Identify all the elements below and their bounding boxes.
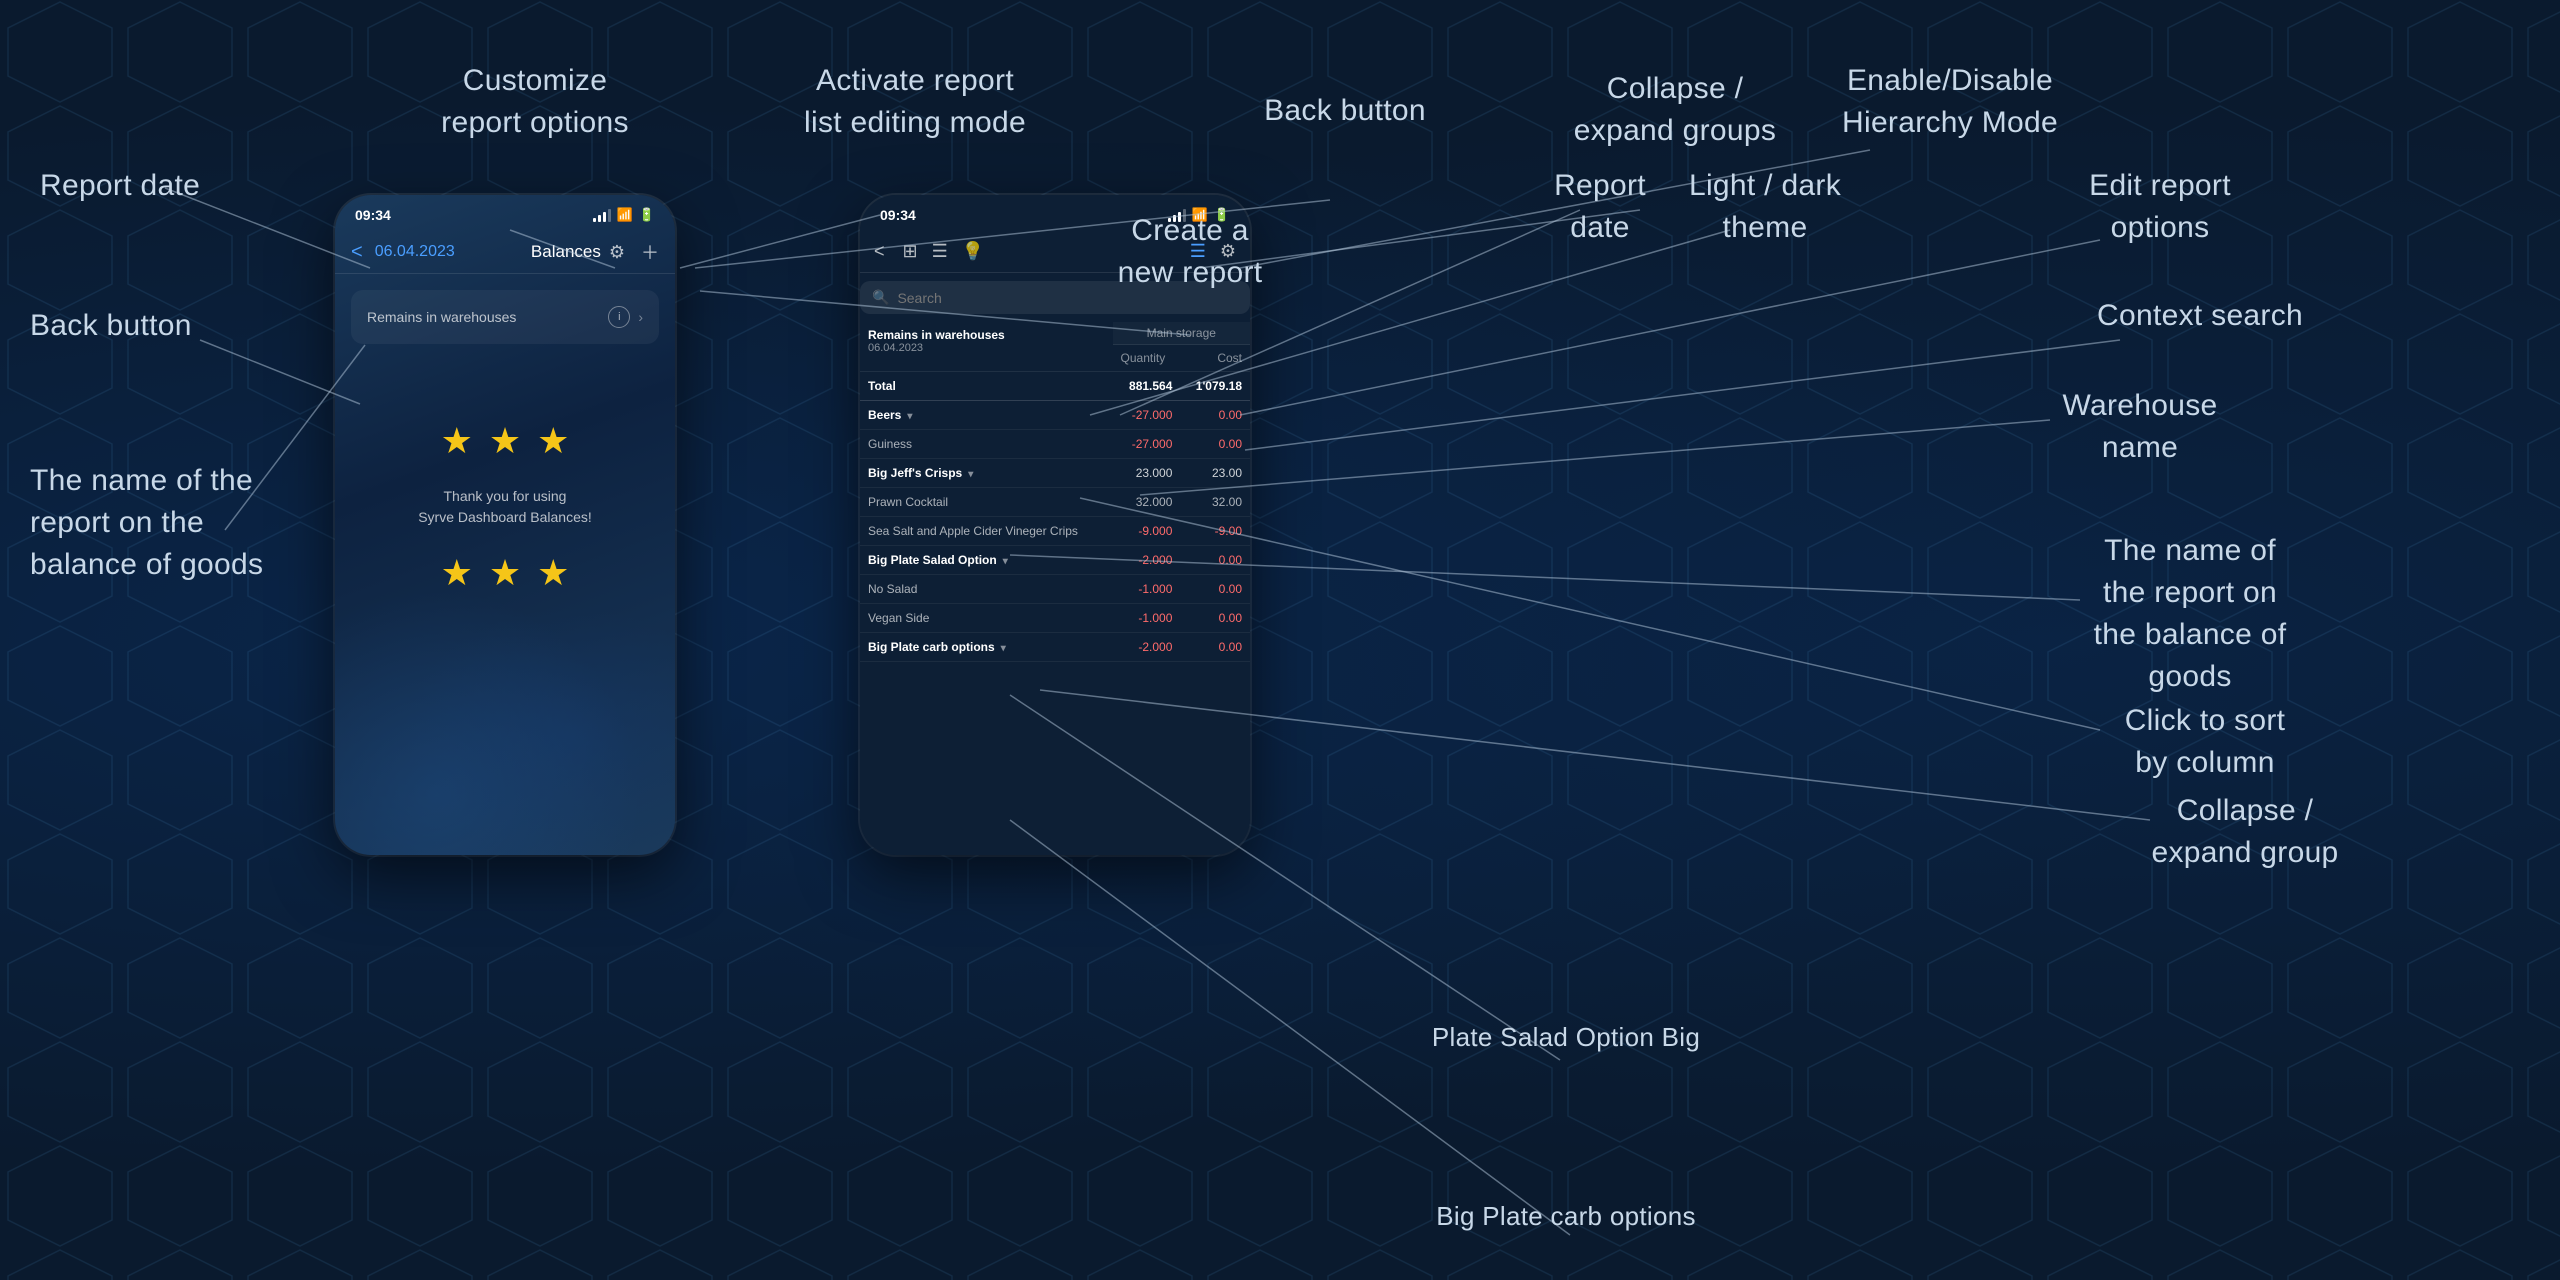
row-cost: 1'079.18	[1180, 372, 1250, 401]
left-status-time: 09:34	[355, 207, 391, 223]
row-cost: 0.00	[1180, 633, 1250, 662]
stars-row-1: ★ ★ ★	[441, 420, 570, 462]
ann-collapse-group: Collapse /expand group	[2100, 790, 2390, 874]
row-name: Beers▾	[860, 401, 1113, 430]
right-status-time: 09:34	[880, 207, 916, 223]
gear-icon-left[interactable]: ⚙	[609, 242, 625, 263]
row-quantity: -1.000	[1113, 575, 1181, 604]
col-cost[interactable]: Cost	[1180, 345, 1250, 372]
row-cost: 0.00	[1180, 430, 1250, 459]
group-chevron-icon[interactable]: ▾	[1001, 643, 1006, 654]
report-date: 06.04.2023	[868, 342, 1105, 354]
row-name: No Salad	[860, 575, 1113, 604]
row-quantity: 881.564	[1113, 372, 1181, 401]
star-1[interactable]: ★	[441, 420, 473, 462]
ann-edit-report: Edit reportoptions	[2020, 165, 2300, 249]
ann-warehouse-name: Warehousename	[2000, 385, 2280, 469]
battery-icon-left: 🔋	[639, 207, 655, 223]
ann-name-left: The name of thereport on thebalance of g…	[30, 460, 320, 586]
row-quantity: 32.000	[1113, 488, 1181, 517]
ann-plate-salad: Plate Salad Option Big	[1421, 1019, 1711, 1055]
row-name: Total	[860, 372, 1113, 401]
ann-name-right: The name ofthe report onthe balance ofgo…	[2030, 530, 2350, 698]
nav-title-left: Balances	[531, 242, 601, 262]
plus-icon-left[interactable]: ＋	[641, 239, 659, 265]
ann-create-new: Create anew report	[1050, 210, 1330, 294]
ann-activate-edit: Activate reportlist editing mode	[720, 60, 1110, 144]
thank-you-text: Thank you for using Syrve Dashboard Bala…	[418, 486, 592, 528]
row-name: Prawn Cocktail	[860, 488, 1113, 517]
ann-context-search: Context search	[2060, 295, 2340, 337]
back-button-left[interactable]: <	[351, 241, 363, 264]
row-quantity: -9.000	[1113, 517, 1181, 546]
light-dark-icon[interactable]: 💡	[962, 241, 984, 262]
info-icon[interactable]: i	[608, 306, 630, 328]
row-cost: 23.00	[1180, 459, 1250, 488]
nav-date-left: 06.04.2023	[375, 243, 523, 261]
signal-bars-left	[593, 208, 611, 222]
ann-enable-disable: Enable/DisableHierarchy Mode	[1780, 60, 2120, 144]
row-name: Big Jeff's Crisps▾	[860, 459, 1113, 488]
row-name: Big Plate carb options▾	[860, 633, 1113, 662]
row-quantity: -27.000	[1113, 401, 1181, 430]
row-quantity: -2.000	[1113, 633, 1181, 662]
row-quantity: -1.000	[1113, 604, 1181, 633]
ann-carb-options: Big Plate carb options	[1421, 1198, 1711, 1234]
ann-back-top: Back button	[1200, 90, 1490, 132]
report-card-icons: i ›	[608, 306, 643, 328]
star-3[interactable]: ★	[537, 420, 569, 462]
report-card-title: Remains in warehouses	[367, 309, 516, 325]
grid-view-icon[interactable]: ⊞	[903, 241, 918, 262]
row-name: Vegan Side	[860, 604, 1113, 633]
data-table-container: Remains in warehouses 06.04.2023 Main st…	[860, 322, 1250, 855]
report-title: Remains in warehouses	[868, 328, 1105, 342]
row-name: Sea Salt and Apple Cider Vineger Crips	[860, 517, 1113, 546]
row-cost: 0.00	[1180, 575, 1250, 604]
row-quantity: -2.000	[1113, 546, 1181, 575]
row-name: Guiness	[860, 430, 1113, 459]
ann-click-sort: Click to sortby column	[2060, 700, 2350, 784]
report-card-left[interactable]: Remains in warehouses i ›	[351, 290, 659, 344]
row-cost: 0.00	[1180, 546, 1250, 575]
row-cost: 0.00	[1180, 604, 1250, 633]
data-table: Remains in warehouses 06.04.2023 Main st…	[860, 322, 1250, 662]
row-cost: 32.00	[1180, 488, 1250, 517]
phone-hex-overlay	[335, 555, 675, 855]
row-name: Big Plate Salad Option▾	[860, 546, 1113, 575]
left-nav-bar: < 06.04.2023 Balances ⚙ ＋	[335, 231, 675, 274]
row-cost: 0.00	[1180, 401, 1250, 430]
chevron-right-icon: ›	[638, 309, 643, 325]
group-chevron-icon[interactable]: ▾	[1003, 556, 1008, 567]
search-icon: 🔍	[872, 289, 889, 306]
back-button-right[interactable]: <	[874, 241, 885, 262]
left-phone: 09:34 📶 🔋 < 06.04.2023 Balances ⚙ ＋	[335, 195, 675, 855]
wifi-icon-left: 📶	[617, 207, 633, 223]
ann-customize-report: Customizereport options	[355, 60, 715, 144]
group-chevron-icon[interactable]: ▾	[907, 411, 912, 422]
ann-back-left: Back button	[30, 305, 230, 347]
warehouse-name: Main storage	[1113, 322, 1250, 345]
col-quantity[interactable]: Quantity	[1113, 345, 1181, 372]
left-nav-icons: ⚙ ＋	[609, 239, 659, 265]
right-phone: 09:34 📶 🔋 < ⊞ ☰ 💡 ☰ ⚙	[860, 195, 1250, 855]
left-status-bar: 09:34 📶 🔋	[335, 195, 675, 231]
row-quantity: 23.000	[1113, 459, 1181, 488]
report-card-header: Remains in warehouses i ›	[367, 306, 643, 328]
list-view-icon[interactable]: ☰	[932, 241, 948, 262]
group-chevron-icon[interactable]: ▾	[968, 469, 973, 480]
row-cost: -9.00	[1180, 517, 1250, 546]
left-status-icons: 📶 🔋	[593, 207, 655, 223]
star-2[interactable]: ★	[489, 420, 521, 462]
table-body: Total881.5641'079.18Beers▾-27.0000.00Gui…	[860, 372, 1250, 662]
row-quantity: -27.000	[1113, 430, 1181, 459]
right-phone-screen: 09:34 📶 🔋 < ⊞ ☰ 💡 ☰ ⚙	[860, 195, 1250, 855]
ann-light-dark: Light / darktheme	[1640, 165, 1890, 249]
ann-report-date-left: Report date	[40, 165, 240, 207]
